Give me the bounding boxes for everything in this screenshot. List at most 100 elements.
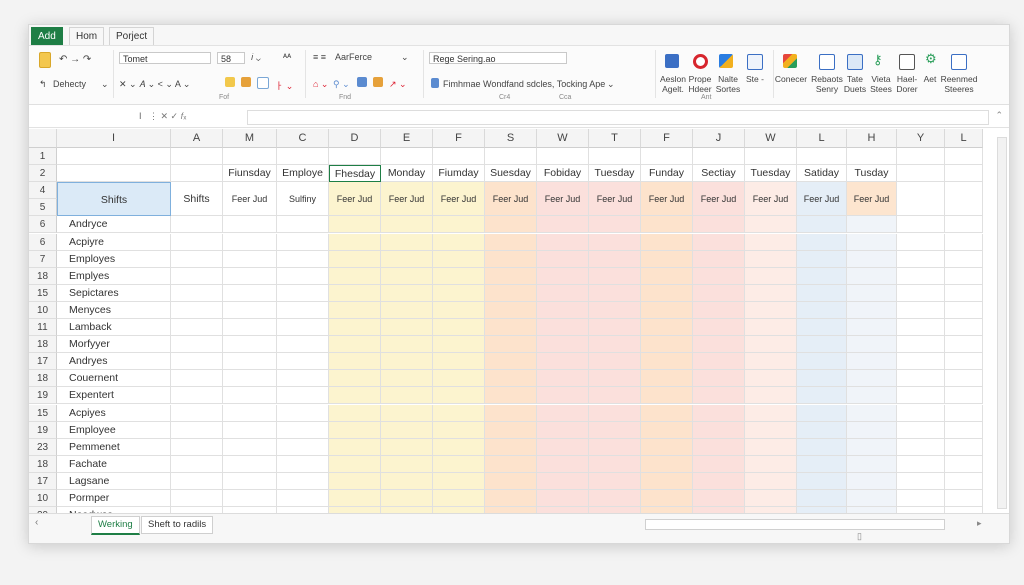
column-header[interactable]: E — [381, 129, 433, 148]
grid-cell[interactable] — [589, 421, 641, 439]
grid-cell[interactable] — [797, 490, 847, 508]
grid-cell[interactable] — [57, 165, 171, 183]
grid-cell[interactable] — [433, 387, 485, 405]
column-header[interactable]: S — [485, 129, 537, 148]
grid-cell[interactable] — [847, 438, 897, 456]
grid-cell[interactable] — [897, 233, 945, 251]
grid-cell[interactable] — [945, 472, 983, 490]
employee-name-cell[interactable]: Acpiyes — [57, 404, 171, 422]
grid-cell[interactable] — [433, 404, 485, 422]
grid-cell[interactable] — [945, 438, 983, 456]
grid-cell[interactable] — [329, 250, 381, 268]
day-header-cell[interactable]: Employe — [277, 165, 329, 183]
day-header-cell[interactable]: Sectiay — [693, 165, 745, 183]
expand-formula-icon[interactable]: ⌃ — [995, 110, 1003, 121]
shift-cell[interactable] — [897, 182, 945, 217]
dropdown-icon[interactable]: ⌄ — [401, 52, 409, 63]
grid-cell[interactable] — [797, 404, 847, 422]
grid-cell[interactable] — [797, 148, 847, 166]
grid-cell[interactable] — [847, 233, 897, 251]
grid-cell[interactable] — [277, 250, 329, 268]
employee-name-cell[interactable]: Employee — [57, 421, 171, 439]
grid-cell[interactable] — [745, 421, 797, 439]
grid-cell[interactable] — [745, 404, 797, 422]
grid-cell[interactable] — [433, 284, 485, 302]
grid-cell[interactable] — [485, 336, 537, 354]
grid-cell[interactable] — [641, 233, 693, 251]
wrap-icon[interactable] — [373, 77, 383, 87]
grid-cell[interactable] — [693, 370, 745, 388]
grid-cell[interactable] — [537, 284, 589, 302]
grid-cell[interactable] — [433, 216, 485, 234]
day-header-cell[interactable]: Funday — [641, 165, 693, 183]
grid-cell[interactable] — [485, 455, 537, 473]
grid-cell[interactable] — [433, 233, 485, 251]
grid-cell[interactable] — [847, 301, 897, 319]
grid-cell[interactable] — [641, 216, 693, 234]
grid-cell[interactable] — [537, 387, 589, 405]
grid-cell[interactable] — [693, 455, 745, 473]
grid-cell[interactable] — [485, 284, 537, 302]
grid-cell[interactable] — [223, 336, 277, 354]
grid-cell[interactable] — [693, 472, 745, 490]
employee-name-cell[interactable]: Employes — [57, 250, 171, 268]
grid-cell[interactable] — [277, 370, 329, 388]
grid-cell[interactable] — [537, 301, 589, 319]
grid-cell[interactable] — [171, 148, 223, 166]
grid-cell[interactable] — [589, 233, 641, 251]
grid-cell[interactable] — [223, 353, 277, 371]
grid-cell[interactable] — [329, 216, 381, 234]
grid-cell[interactable] — [277, 472, 329, 490]
grid-cell[interactable] — [537, 438, 589, 456]
grid-cell[interactable] — [329, 421, 381, 439]
shift-cell[interactable]: Feer Jud — [847, 182, 897, 217]
grid-cell[interactable] — [433, 370, 485, 388]
row-header[interactable]: 17 — [29, 353, 57, 371]
grid-cell[interactable] — [745, 387, 797, 405]
grid-cell[interactable] — [589, 284, 641, 302]
grid-cell[interactable] — [277, 353, 329, 371]
row-header[interactable]: 18 — [29, 336, 57, 354]
grid-cell[interactable] — [693, 267, 745, 285]
font-name-select[interactable]: Tomet — [119, 52, 211, 64]
employee-name-cell[interactable]: Sepictares — [57, 284, 171, 302]
grid-cell[interactable] — [897, 250, 945, 268]
employee-name-cell[interactable]: Andryes — [57, 353, 171, 371]
grid-cell[interactable] — [433, 353, 485, 371]
grid-cell[interactable] — [329, 336, 381, 354]
grid-cell[interactable] — [945, 233, 983, 251]
grid-cell[interactable] — [745, 250, 797, 268]
doc-icon[interactable] — [899, 54, 915, 70]
column-header[interactable]: Y — [897, 129, 945, 148]
grid-cell[interactable] — [945, 387, 983, 405]
grid-cell[interactable] — [381, 353, 433, 371]
grid-cell[interactable] — [485, 267, 537, 285]
grid-cell[interactable] — [223, 301, 277, 319]
row-header[interactable]: 6 — [29, 233, 57, 251]
grid-cell[interactable] — [433, 472, 485, 490]
grid-cell[interactable] — [847, 353, 897, 371]
grid-cell[interactable] — [329, 490, 381, 508]
row-header[interactable]: 6 — [29, 216, 57, 234]
grid-cell[interactable] — [277, 336, 329, 354]
grid-cell[interactable] — [223, 319, 277, 337]
align-icon[interactable]: ≡ ≡ — [313, 52, 326, 62]
big-button[interactable]: Nalte Sortes — [713, 74, 743, 94]
grid-cell[interactable] — [537, 148, 589, 166]
shift-cell[interactable]: Feer Jud — [485, 182, 537, 217]
tab-add[interactable]: Add — [31, 27, 63, 45]
row-header[interactable]: 10 — [29, 490, 57, 508]
grid-cell[interactable] — [897, 165, 945, 183]
font-color-icon[interactable]: ㅏ ⌄ — [275, 79, 293, 92]
grid-cell[interactable] — [537, 233, 589, 251]
grid-cell[interactable] — [223, 490, 277, 508]
grid-cell[interactable] — [847, 404, 897, 422]
grid-cell[interactable] — [329, 472, 381, 490]
grid-cell[interactable] — [589, 472, 641, 490]
grid-cell[interactable] — [589, 438, 641, 456]
doc-icon[interactable] — [819, 54, 835, 70]
grid-cell[interactable] — [897, 421, 945, 439]
grid-cell[interactable] — [945, 490, 983, 508]
grid-cell[interactable] — [897, 472, 945, 490]
grid-cell[interactable] — [537, 267, 589, 285]
